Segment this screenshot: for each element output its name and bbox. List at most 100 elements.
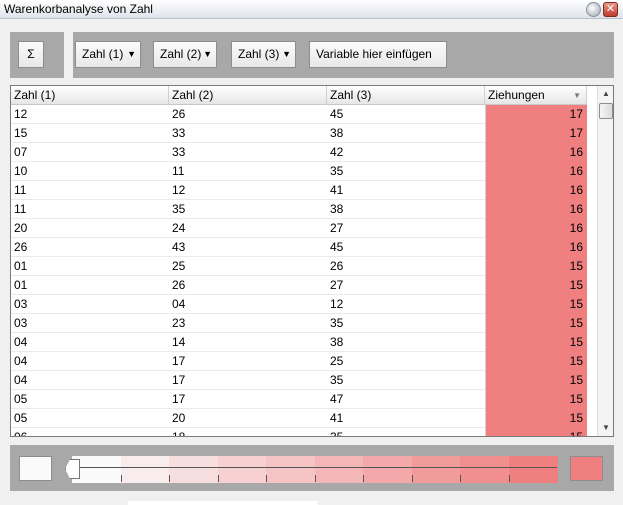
zahl-cell: 23 — [172, 316, 186, 330]
color-scale-tick — [217, 475, 219, 482]
zahl-cell: 15 — [14, 126, 28, 140]
color-scale-step — [266, 456, 316, 483]
ziehungen-cell: 15 — [485, 352, 587, 371]
column-header-ziehungen[interactable]: Ziehungen ▼ — [485, 86, 587, 105]
table-header: Zahl (1) Zahl (2) Zahl (3) Ziehungen ▼ — [11, 86, 587, 105]
color-scale-tick — [460, 475, 461, 482]
table-row[interactable]: 03 04 12 15 — [11, 295, 587, 314]
column-header-zahl-1[interactable]: Zahl (1) — [11, 86, 169, 105]
zahl-cell: 20 — [172, 411, 186, 425]
ziehungen-cell: 16 — [485, 219, 587, 238]
window-title: Warenkorbanalyse von Zahl — [4, 2, 153, 16]
zahl-cell: 01 — [14, 278, 28, 292]
table-row[interactable]: 01 26 27 15 — [11, 276, 587, 295]
ziehungen-cell: 15 — [485, 257, 587, 276]
color-scale-tick — [266, 475, 267, 482]
column-header-label: Ziehungen — [488, 88, 545, 102]
table-row[interactable]: 05 20 41 15 — [11, 409, 587, 428]
color-scale-step — [314, 456, 364, 483]
status-strip — [128, 501, 318, 505]
zahl-cell: 04 — [14, 335, 28, 349]
ziehungen-cell: 15 — [485, 390, 587, 409]
color-scale-step — [120, 456, 170, 483]
table-row[interactable]: 11 12 41 16 — [11, 181, 587, 200]
table-row[interactable]: 04 14 38 15 — [11, 333, 587, 352]
zahl-cell: 03 — [14, 297, 28, 311]
ziehungen-cell: 16 — [485, 200, 587, 219]
column-header-zahl-2[interactable]: Zahl (2) — [169, 86, 327, 105]
zahl-cell: 10 — [14, 164, 28, 178]
vertical-scrollbar[interactable]: ▲ ▼ — [597, 86, 613, 436]
ziehungen-cell: 15 — [485, 371, 587, 390]
ziehungen-cell: 15 — [485, 295, 587, 314]
zahl-cell: 35 — [330, 316, 344, 330]
table-row[interactable]: 20 24 27 16 — [11, 219, 587, 238]
chevron-down-icon: ▼ — [127, 49, 136, 59]
dropdown-zahl-1[interactable]: Zahl (1) ▼ — [75, 41, 141, 68]
scroll-thumb[interactable] — [599, 103, 613, 119]
color-scale-handle[interactable] — [65, 459, 80, 479]
pin-icon[interactable] — [586, 2, 601, 17]
zahl-cell: 35 — [330, 373, 344, 387]
column-header-zahl-3[interactable]: Zahl (3) — [327, 86, 485, 105]
zahl-cell: 11 — [14, 202, 27, 216]
close-icon[interactable]: ✕ — [603, 2, 618, 17]
table-row[interactable]: 04 17 25 15 — [11, 352, 587, 371]
title-bar: Warenkorbanalyse von Zahl ✕ — [0, 0, 623, 19]
zahl-cell: 17 — [172, 354, 186, 368]
zahl-cell: 45 — [330, 240, 344, 254]
color-scale-tick — [508, 475, 510, 482]
ziehungen-cell: 15 — [485, 314, 587, 333]
table-row[interactable]: 04 17 35 15 — [11, 371, 587, 390]
color-scale-step — [363, 456, 413, 483]
zahl-cell: 04 — [14, 354, 28, 368]
sort-descending-icon: ▼ — [573, 91, 581, 100]
dropdown-zahl-3[interactable]: Zahl (3) ▼ — [231, 41, 296, 68]
table-row[interactable]: 03 23 35 15 — [11, 314, 587, 333]
color-scale-tick — [363, 475, 364, 482]
ziehungen-cell: 16 — [485, 238, 587, 257]
zahl-cell: 11 — [14, 183, 27, 197]
table-row[interactable]: 15 33 38 17 — [11, 124, 587, 143]
color-scale-tick — [411, 475, 413, 482]
ziehungen-cell: 15 — [485, 409, 587, 428]
table-row[interactable]: 12 26 45 17 — [11, 105, 587, 124]
ziehungen-cell: 15 — [485, 428, 587, 436]
zahl-cell: 25 — [330, 354, 344, 368]
table-row[interactable]: 10 11 35 16 — [11, 162, 587, 181]
color-scale-tick — [169, 475, 170, 482]
zahl-cell: 04 — [14, 373, 28, 387]
dropdown-label: Zahl (2) — [160, 47, 202, 61]
table-row[interactable]: 01 25 26 15 — [11, 257, 587, 276]
zahl-cell: 26 — [172, 107, 186, 121]
table-row[interactable]: 05 17 47 15 — [11, 390, 587, 409]
zahl-cell: 38 — [330, 126, 344, 140]
zahl-cell: 12 — [14, 107, 28, 121]
insert-variable-button[interactable]: Variable hier einfügen — [309, 41, 447, 68]
high-color-swatch[interactable] — [570, 456, 603, 481]
color-scale-bar — [10, 445, 614, 491]
low-color-swatch[interactable] — [19, 456, 52, 481]
zahl-cell: 03 — [14, 316, 28, 330]
table-row[interactable]: 07 33 42 16 — [11, 143, 587, 162]
zahl-cell: 01 — [14, 259, 28, 273]
dropdown-label: Zahl (1) — [82, 47, 124, 61]
zahl-cell: 05 — [14, 411, 28, 425]
zahl-cell: 35 — [330, 164, 344, 178]
zahl-cell: 45 — [330, 107, 344, 121]
color-scale-tick — [314, 475, 316, 482]
color-scale-step — [460, 456, 510, 483]
ziehungen-cell: 17 — [485, 105, 587, 124]
toolbar: Σ Zahl (1) ▼ Zahl (2) ▼ Zahl (3) ▼ Varia… — [10, 32, 614, 78]
dropdown-label: Zahl (3) — [238, 47, 280, 61]
table-row[interactable]: 06 18 35 15 — [11, 428, 587, 437]
scroll-down-icon[interactable]: ▼ — [598, 420, 613, 436]
table-row[interactable]: 26 43 45 16 — [11, 238, 587, 257]
sum-button[interactable]: Σ — [18, 41, 44, 68]
ziehungen-cell: 16 — [485, 162, 587, 181]
zahl-cell: 18 — [172, 430, 186, 437]
dropdown-zahl-2[interactable]: Zahl (2) ▼ — [153, 41, 217, 68]
zahl-cell: 12 — [172, 183, 186, 197]
scroll-up-icon[interactable]: ▲ — [598, 86, 613, 102]
table-row[interactable]: 11 35 38 16 — [11, 200, 587, 219]
